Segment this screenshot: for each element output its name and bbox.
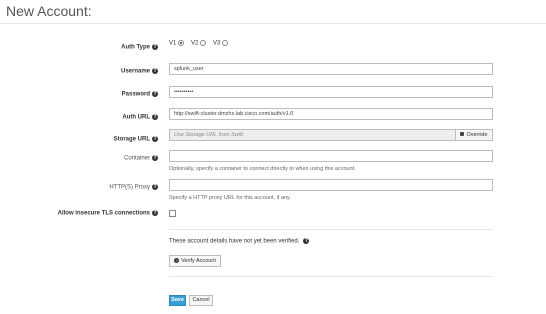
verify-note: These account details have not yet been … [169,238,310,245]
help-icon[interactable]: ? [152,91,158,97]
proxy-help: Specify a HTTP proxy URL for this accoun… [169,195,291,201]
radio-v1[interactable] [178,40,185,46]
username-input[interactable]: splunk_user [169,63,493,75]
password-label: Password? [122,91,158,98]
page-title: New Account: [6,3,92,19]
container-help: Optionally, specify a container to conne… [169,166,356,172]
container-label: Container? [124,155,158,162]
title-divider [0,23,546,24]
radio-v3[interactable] [222,40,229,46]
help-icon[interactable]: ? [152,114,158,120]
save-button[interactable]: Save [169,295,186,306]
divider [169,276,493,277]
auth-url-label-text: Auth URL [122,114,150,121]
help-icon[interactable]: ? [303,238,310,244]
lock-icon [460,131,465,136]
proxy-label: HTTP(S) Proxy? [109,184,158,191]
storage-url-label: Storage URL? [114,136,158,143]
password-input[interactable]: •••••••••• [169,86,493,98]
auth-type-radio-group: V1 V2 V3 [169,40,233,47]
verify-account-button[interactable]: ? Verify Account [169,255,221,267]
radio-v2[interactable] [200,40,207,46]
help-icon[interactable]: ? [152,155,158,161]
help-icon[interactable]: ? [152,210,158,216]
verify-note-text: These account details have not yet been … [169,238,300,245]
cancel-button[interactable]: Cancel [189,295,213,306]
insecure-tls-label: Allow insecure TLS connections? [58,210,158,217]
override-button[interactable]: Override [455,129,493,141]
auth-url-label: Auth URL? [122,114,158,121]
proxy-input[interactable] [169,179,493,191]
auth-url-input[interactable]: http://swift-cluster.dmzhx.lab.cisco.com… [169,108,493,120]
container-label-text: Container [123,155,150,162]
proxy-label-text: HTTP(S) Proxy [109,184,150,191]
storage-url-label-text: Storage URL [113,136,150,143]
help-icon[interactable]: ? [152,184,158,190]
auth-type-label-text: Auth Type [121,44,150,51]
insecure-tls-label-text: Allow insecure TLS connections [57,210,150,217]
radio-label-v1: V1 [169,40,177,47]
radio-label-v3: V3 [213,40,221,47]
radio-label-v2: V2 [191,40,199,47]
radio-option-v3[interactable]: V3 [213,40,229,47]
auth-type-label: Auth Type? [121,44,158,51]
radio-option-v2[interactable]: V2 [191,40,207,47]
override-label: Override [466,132,488,138]
question-icon: ? [174,258,179,264]
divider [169,229,493,230]
insecure-tls-checkbox[interactable] [169,210,176,217]
verify-account-label: Verify Account [181,258,216,264]
storage-url-input[interactable]: Use Storage URL from Swift [169,129,456,141]
username-label: Username? [121,68,158,75]
help-icon[interactable]: ? [152,68,158,74]
password-label-text: Password [121,91,150,98]
help-icon[interactable]: ? [152,44,158,50]
radio-option-v1[interactable]: V1 [169,40,185,47]
help-icon[interactable]: ? [152,136,158,142]
container-input[interactable] [169,150,493,162]
username-label-text: Username [120,68,150,75]
